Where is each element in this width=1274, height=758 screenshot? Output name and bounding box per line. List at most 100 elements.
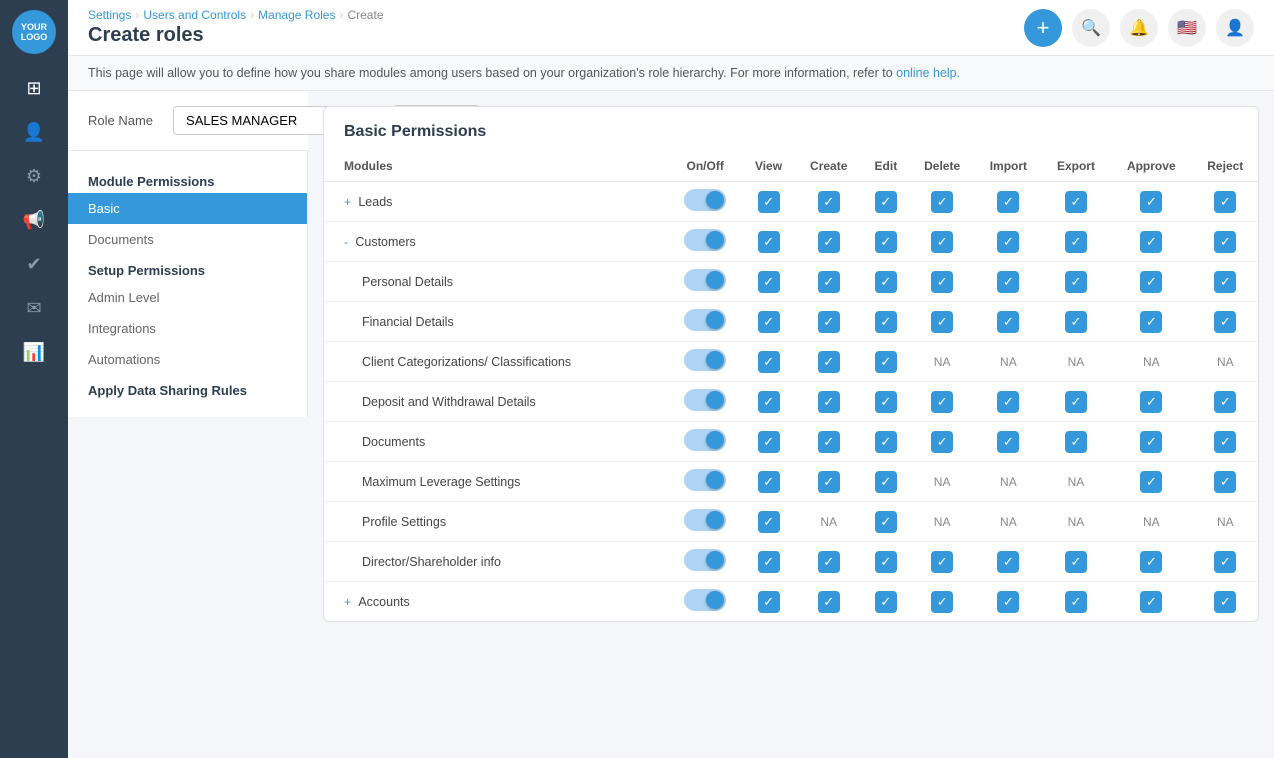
approve-checkbox[interactable]: ✓ bbox=[1140, 391, 1162, 413]
view-checkbox[interactable]: ✓ bbox=[758, 191, 780, 213]
create-checkbox[interactable]: ✓ bbox=[818, 391, 840, 413]
toggle-leads[interactable] bbox=[684, 189, 726, 211]
reject-checkbox[interactable]: ✓ bbox=[1214, 311, 1236, 333]
nav-item-admin-level[interactable]: Admin Level bbox=[68, 282, 307, 313]
toggle-deposit-and-withdrawal-details[interactable] bbox=[684, 389, 726, 411]
approve-checkbox[interactable]: ✓ bbox=[1140, 471, 1162, 493]
delete-checkbox[interactable]: ✓ bbox=[931, 311, 953, 333]
export-checkbox[interactable]: ✓ bbox=[1065, 591, 1087, 613]
create-checkbox[interactable]: ✓ bbox=[818, 311, 840, 333]
delete-checkbox[interactable]: ✓ bbox=[931, 431, 953, 453]
import-checkbox[interactable]: ✓ bbox=[997, 591, 1019, 613]
sidebar-icon-reports[interactable]: 📊 bbox=[14, 332, 54, 372]
import-checkbox[interactable]: ✓ bbox=[997, 311, 1019, 333]
reject-checkbox[interactable]: ✓ bbox=[1214, 591, 1236, 613]
expand-icon[interactable]: + bbox=[344, 595, 354, 609]
nav-item-automations[interactable]: Automations bbox=[68, 344, 307, 375]
create-checkbox[interactable]: ✓ bbox=[818, 431, 840, 453]
create-checkbox[interactable]: ✓ bbox=[818, 551, 840, 573]
delete-checkbox[interactable]: ✓ bbox=[931, 391, 953, 413]
sidebar-icon-campaigns[interactable]: 📢 bbox=[14, 200, 54, 240]
import-checkbox[interactable]: ✓ bbox=[997, 391, 1019, 413]
edit-checkbox[interactable]: ✓ bbox=[875, 391, 897, 413]
nav-item-integrations[interactable]: Integrations bbox=[68, 313, 307, 344]
view-checkbox[interactable]: ✓ bbox=[758, 511, 780, 533]
edit-checkbox[interactable]: ✓ bbox=[875, 191, 897, 213]
edit-checkbox[interactable]: ✓ bbox=[875, 511, 897, 533]
export-checkbox[interactable]: ✓ bbox=[1065, 391, 1087, 413]
view-checkbox[interactable]: ✓ bbox=[758, 271, 780, 293]
toggle-profile-settings[interactable] bbox=[684, 509, 726, 531]
edit-checkbox[interactable]: ✓ bbox=[875, 351, 897, 373]
breadcrumb-settings[interactable]: Settings bbox=[88, 8, 131, 22]
reject-checkbox[interactable]: ✓ bbox=[1214, 391, 1236, 413]
approve-checkbox[interactable]: ✓ bbox=[1140, 271, 1162, 293]
online-help-link[interactable]: online help. bbox=[896, 66, 960, 80]
export-checkbox[interactable]: ✓ bbox=[1065, 551, 1087, 573]
edit-checkbox[interactable]: ✓ bbox=[875, 471, 897, 493]
notifications-button[interactable]: 🔔 bbox=[1120, 9, 1158, 47]
create-checkbox[interactable]: ✓ bbox=[818, 591, 840, 613]
create-checkbox[interactable]: ✓ bbox=[818, 471, 840, 493]
toggle-financial-details[interactable] bbox=[684, 309, 726, 331]
view-checkbox[interactable]: ✓ bbox=[758, 231, 780, 253]
approve-checkbox[interactable]: ✓ bbox=[1140, 551, 1162, 573]
export-checkbox[interactable]: ✓ bbox=[1065, 271, 1087, 293]
sidebar-icon-settings[interactable]: ⚙ bbox=[14, 156, 54, 196]
export-checkbox[interactable]: ✓ bbox=[1065, 431, 1087, 453]
edit-checkbox[interactable]: ✓ bbox=[875, 431, 897, 453]
add-button[interactable]: + bbox=[1024, 9, 1062, 47]
export-checkbox[interactable]: ✓ bbox=[1065, 231, 1087, 253]
toggle-director/shareholder-info[interactable] bbox=[684, 549, 726, 571]
delete-checkbox[interactable]: ✓ bbox=[931, 271, 953, 293]
delete-checkbox[interactable]: ✓ bbox=[931, 551, 953, 573]
edit-checkbox[interactable]: ✓ bbox=[875, 271, 897, 293]
view-checkbox[interactable]: ✓ bbox=[758, 431, 780, 453]
expand-icon[interactable]: - bbox=[344, 235, 351, 249]
import-checkbox[interactable]: ✓ bbox=[997, 191, 1019, 213]
reject-checkbox[interactable]: ✓ bbox=[1214, 471, 1236, 493]
expand-icon[interactable]: + bbox=[344, 195, 354, 209]
view-checkbox[interactable]: ✓ bbox=[758, 311, 780, 333]
create-checkbox[interactable]: ✓ bbox=[818, 231, 840, 253]
view-checkbox[interactable]: ✓ bbox=[758, 391, 780, 413]
language-button[interactable]: 🇺🇸 bbox=[1168, 9, 1206, 47]
toggle-maximum-leverage-settings[interactable] bbox=[684, 469, 726, 491]
edit-checkbox[interactable]: ✓ bbox=[875, 551, 897, 573]
reject-checkbox[interactable]: ✓ bbox=[1214, 431, 1236, 453]
toggle-client-categorizations/-classifications[interactable] bbox=[684, 349, 726, 371]
approve-checkbox[interactable]: ✓ bbox=[1140, 591, 1162, 613]
sidebar-icon-contacts[interactable]: 👤 bbox=[14, 112, 54, 152]
nav-item-basic[interactable]: Basic bbox=[68, 193, 307, 224]
create-checkbox[interactable]: ✓ bbox=[818, 271, 840, 293]
import-checkbox[interactable]: ✓ bbox=[997, 231, 1019, 253]
export-checkbox[interactable]: ✓ bbox=[1065, 311, 1087, 333]
approve-checkbox[interactable]: ✓ bbox=[1140, 431, 1162, 453]
view-checkbox[interactable]: ✓ bbox=[758, 591, 780, 613]
import-checkbox[interactable]: ✓ bbox=[997, 551, 1019, 573]
view-checkbox[interactable]: ✓ bbox=[758, 351, 780, 373]
reject-checkbox[interactable]: ✓ bbox=[1214, 551, 1236, 573]
nav-item-documents[interactable]: Documents bbox=[68, 224, 307, 255]
approve-checkbox[interactable]: ✓ bbox=[1140, 311, 1162, 333]
edit-checkbox[interactable]: ✓ bbox=[875, 591, 897, 613]
toggle-personal-details[interactable] bbox=[684, 269, 726, 291]
delete-checkbox[interactable]: ✓ bbox=[931, 191, 953, 213]
edit-checkbox[interactable]: ✓ bbox=[875, 231, 897, 253]
breadcrumb-users-controls[interactable]: Users and Controls bbox=[143, 8, 246, 22]
search-button[interactable]: 🔍 bbox=[1072, 9, 1110, 47]
delete-checkbox[interactable]: ✓ bbox=[931, 591, 953, 613]
sidebar-icon-mail[interactable]: ✉ bbox=[14, 288, 54, 328]
toggle-documents[interactable] bbox=[684, 429, 726, 451]
view-checkbox[interactable]: ✓ bbox=[758, 551, 780, 573]
delete-checkbox[interactable]: ✓ bbox=[931, 231, 953, 253]
approve-checkbox[interactable]: ✓ bbox=[1140, 231, 1162, 253]
create-checkbox[interactable]: ✓ bbox=[818, 351, 840, 373]
reject-checkbox[interactable]: ✓ bbox=[1214, 191, 1236, 213]
create-checkbox[interactable]: ✓ bbox=[818, 191, 840, 213]
reject-checkbox[interactable]: ✓ bbox=[1214, 231, 1236, 253]
profile-button[interactable]: 👤 bbox=[1216, 9, 1254, 47]
view-checkbox[interactable]: ✓ bbox=[758, 471, 780, 493]
sidebar-icon-dashboard[interactable]: ⊞ bbox=[14, 68, 54, 108]
export-checkbox[interactable]: ✓ bbox=[1065, 191, 1087, 213]
